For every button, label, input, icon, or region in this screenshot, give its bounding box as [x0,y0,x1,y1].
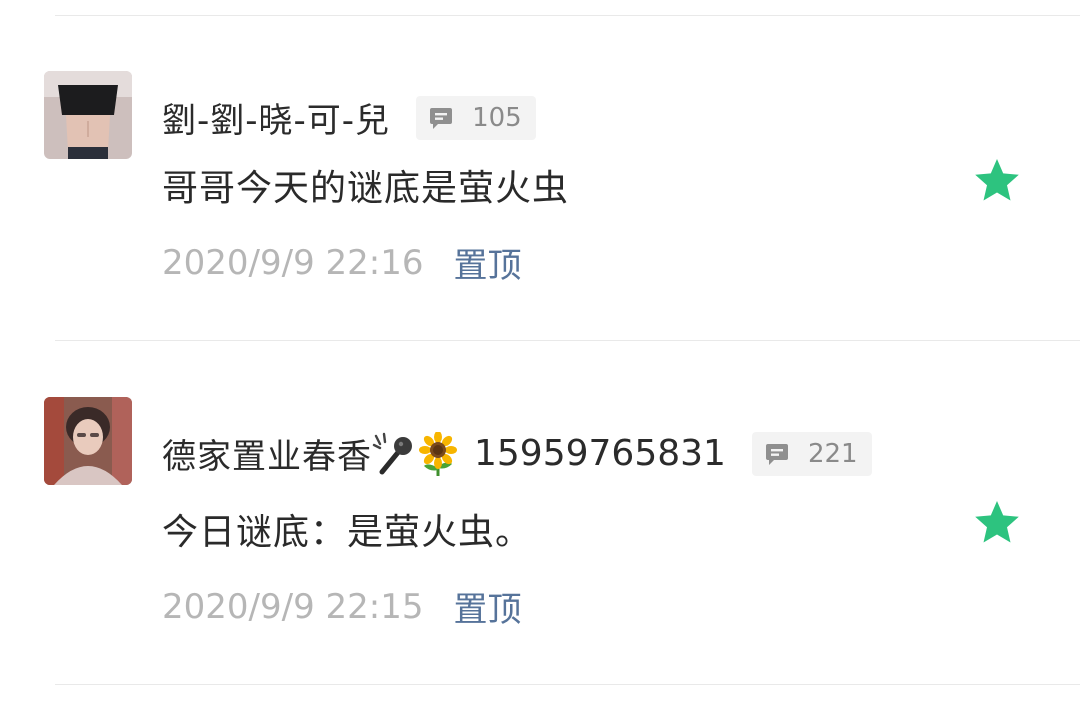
sunflower-emoji [416,431,460,476]
username[interactable]: 德家置业春香 [162,429,372,478]
comment-bubble-icon [764,441,790,467]
pin-to-top-link[interactable]: 置顶 [454,582,522,631]
comment-item: 德家置业春香 15959765831 221 今日谜底：是萤火虫。 2020/9… [0,397,1080,697]
star-icon[interactable] [974,499,1020,545]
timestamp: 2020/9/9 22:15 [162,586,424,627]
reply-count-badge[interactable]: 105 [416,95,536,140]
comment-text: 哥哥今天的谜底是萤火虫 [162,168,570,209]
reply-count: 221 [807,438,858,469]
star-icon[interactable] [974,157,1020,203]
username[interactable]: 劉-劉-晓-可-兒 [162,93,390,142]
comment-meta: 2020/9/9 22:15 置顶 [162,582,522,631]
divider-middle [55,340,1080,341]
avatar[interactable] [44,71,132,159]
comment-bubble-icon [428,105,454,131]
avatar[interactable] [44,397,132,485]
divider-top [55,15,1080,16]
timestamp: 2020/9/9 22:16 [162,242,424,283]
comment-text: 今日谜底：是萤火虫。 [162,512,533,553]
microphone-emoji [372,432,416,476]
comment-header: 劉-劉-晓-可-兒 105 [162,93,536,142]
reply-count-badge[interactable]: 221 [751,431,872,476]
comment-header: 德家置业春香 15959765831 221 [162,429,872,478]
reply-count: 105 [472,102,522,133]
pin-to-top-link[interactable]: 置顶 [454,238,522,287]
comment-item: 劉-劉-晓-可-兒 105 哥哥今天的谜底是萤火虫 2020/9/9 22:16… [0,71,1080,371]
comment-meta: 2020/9/9 22:16 置顶 [162,238,522,287]
divider-bottom [55,684,1080,685]
username-phone: 15959765831 [474,433,726,474]
